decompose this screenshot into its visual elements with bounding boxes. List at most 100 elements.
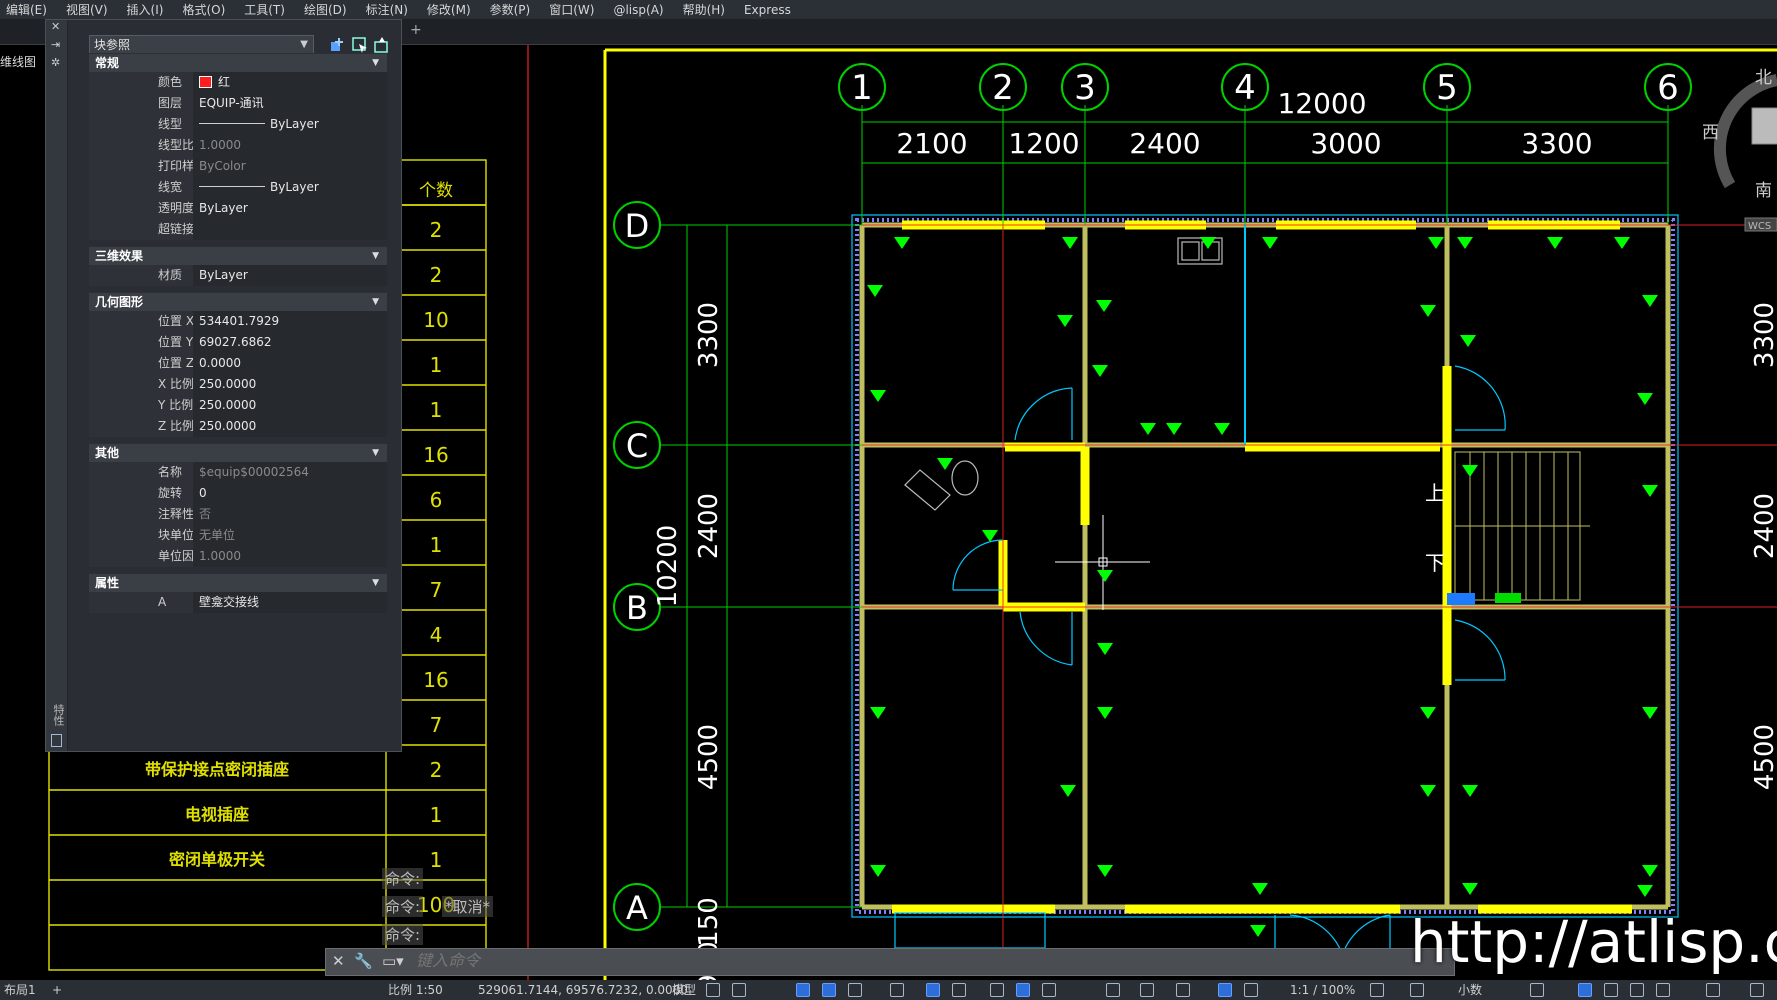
- ortho-icon[interactable]: [796, 983, 810, 997]
- section-attributes[interactable]: 属性 ▼: [89, 573, 387, 592]
- grid-icon[interactable]: [706, 983, 720, 997]
- prop-row-ltscale[interactable]: 线型比例 1.0000: [89, 135, 387, 156]
- prop-row-linetype[interactable]: 线型 ByLayer: [89, 114, 387, 135]
- prop-row-name[interactable]: 名称 $equip$00002564: [89, 462, 387, 483]
- prop-value-material[interactable]: ByLayer: [193, 265, 387, 286]
- prop-row-annotative[interactable]: 注释性否: [89, 504, 387, 525]
- customize-icon[interactable]: [1656, 983, 1670, 997]
- dyn-ucs-icon[interactable]: [1106, 983, 1120, 997]
- section-3d-effects[interactable]: 三维效果 ▼: [89, 246, 387, 265]
- palette-settings-icon[interactable]: ✲: [51, 56, 60, 69]
- prop-value-scale-x[interactable]: 250.0000: [193, 374, 387, 395]
- prop-row-layer[interactable]: 图层 EQUIP-通讯: [89, 93, 387, 114]
- 3d-osnap-icon[interactable]: [1042, 983, 1056, 997]
- annotation-scale[interactable]: 1:1 / 100%: [1290, 980, 1355, 1000]
- prop-row-scale-z[interactable]: Z 比例 250.0000: [89, 416, 387, 437]
- prop-row-plotstyle[interactable]: 打印样式 ByColor: [89, 156, 387, 177]
- workspace-gear-icon[interactable]: [1370, 983, 1384, 997]
- clean-screen-icon[interactable]: [1630, 983, 1644, 997]
- menu-parameters[interactable]: 参数(P): [484, 1, 544, 18]
- isolate-objects-icon[interactable]: [1578, 983, 1592, 997]
- menu-edit[interactable]: 编辑(E): [0, 1, 60, 18]
- select-objects-icon[interactable]: [351, 36, 369, 54]
- prop-value-linetype[interactable]: ByLayer: [193, 114, 387, 135]
- prop-value-layer[interactable]: EQUIP-通讯: [193, 93, 387, 114]
- auto-scale-icon[interactable]: [1244, 983, 1258, 997]
- menu-modify[interactable]: 修改(M): [421, 1, 484, 18]
- plot-icon[interactable]: [1706, 983, 1720, 997]
- prop-value-plotstyle[interactable]: ByColor: [193, 156, 387, 177]
- prop-value-scale-y[interactable]: 250.0000: [193, 395, 387, 416]
- annotation-visibility-icon[interactable]: [1218, 983, 1232, 997]
- annotation-monitor-icon[interactable]: [1410, 983, 1424, 997]
- command-input[interactable]: [416, 951, 1116, 973]
- prop-value-annotative[interactable]: 否: [193, 504, 387, 525]
- units-display[interactable]: 小数: [1458, 980, 1482, 1000]
- prop-row-unit-factor[interactable]: 单位因子 1.0000: [89, 546, 387, 567]
- prop-row-position-y[interactable]: 位置 Y 坐标 69027.6862: [89, 332, 387, 353]
- prop-value-position-z[interactable]: 0.0000: [193, 353, 387, 374]
- prop-value-lineweight[interactable]: ByLayer: [193, 177, 387, 198]
- prop-row-scale-x[interactable]: X 比例 250.0000: [89, 374, 387, 395]
- menu-tools[interactable]: 工具(T): [238, 1, 298, 18]
- notification-icon[interactable]: [1750, 983, 1764, 997]
- menu-window[interactable]: 窗口(W): [543, 1, 607, 18]
- view-cube-compass[interactable]: 北 西 南 WCS: [1702, 68, 1777, 232]
- cursor-coordinates[interactable]: 529061.7144, 69576.7232, 0.0000: [478, 980, 688, 1000]
- prop-value-attribute-a[interactable]: 壁龛交接线: [193, 592, 387, 613]
- prop-value-ltscale[interactable]: 1.0000: [193, 135, 387, 156]
- prop-row-material[interactable]: 材质 ByLayer: [89, 265, 387, 286]
- prop-row-hyperlink[interactable]: 超链接: [89, 219, 387, 240]
- prop-value-rotation[interactable]: 0: [193, 483, 387, 504]
- section-geometry[interactable]: 几何图形 ▼: [89, 292, 387, 311]
- prop-row-position-x[interactable]: 位置 X 坐标 534401.7929: [89, 311, 387, 332]
- add-layout-plus-icon[interactable]: +: [52, 980, 62, 1000]
- menu-dimension[interactable]: 标注(N): [360, 1, 421, 18]
- prop-value-position-y[interactable]: 69027.6862: [193, 332, 387, 353]
- toggle-pickadd-icon[interactable]: [329, 36, 347, 54]
- palette-properties-icon[interactable]: [51, 734, 62, 747]
- wcs-label[interactable]: WCS: [1748, 221, 1771, 232]
- prop-row-scale-y[interactable]: Y 比例 250.0000: [89, 395, 387, 416]
- new-tab-plus-icon[interactable]: +: [410, 22, 422, 38]
- prop-row-color[interactable]: 颜色 红: [89, 72, 387, 93]
- prop-row-rotation[interactable]: 旋转 0: [89, 483, 387, 504]
- selection-filter-icon[interactable]: [1140, 983, 1154, 997]
- lineweight-icon[interactable]: [952, 983, 966, 997]
- layout-tab[interactable]: 布局1: [4, 980, 36, 1000]
- viewport-scale[interactable]: 比例 1:50: [388, 980, 443, 1000]
- prop-value-position-x[interactable]: 534401.7929: [193, 311, 387, 332]
- snap-icon[interactable]: [732, 983, 746, 997]
- otrack-icon[interactable]: [890, 983, 904, 997]
- hardware-accel-icon[interactable]: [1604, 983, 1618, 997]
- quick-select-icon[interactable]: [373, 36, 391, 54]
- selection-cycling-icon[interactable]: [1016, 983, 1030, 997]
- gizmo-icon[interactable]: [1176, 983, 1190, 997]
- prop-value-color[interactable]: 红: [193, 72, 387, 93]
- prop-row-attribute-a[interactable]: A 壁龛交接线: [89, 592, 387, 613]
- prop-value-unit-factor[interactable]: 1.0000: [193, 546, 387, 567]
- prop-value-block-unit[interactable]: 无单位: [193, 525, 387, 546]
- transparency-icon[interactable]: [990, 983, 1004, 997]
- menu-atlisp[interactable]: @lisp(A): [607, 3, 676, 17]
- menu-format[interactable]: 格式(O): [176, 1, 238, 18]
- prop-row-transparency[interactable]: 透明度 ByLayer: [89, 198, 387, 219]
- prop-row-lineweight[interactable]: 线宽 ByLayer: [89, 177, 387, 198]
- section-general[interactable]: 常规 ▼: [89, 53, 387, 72]
- command-close-icon[interactable]: ✕: [332, 952, 345, 970]
- polar-icon[interactable]: [822, 983, 836, 997]
- prop-value-hyperlink[interactable]: [193, 219, 387, 240]
- isodraft-icon[interactable]: [848, 983, 862, 997]
- menu-draw[interactable]: 绘图(D): [298, 1, 360, 18]
- osnap-icon[interactable]: [926, 983, 940, 997]
- model-space-button[interactable]: 模型: [672, 980, 696, 1000]
- prop-row-block-unit[interactable]: 块单位 无单位: [89, 525, 387, 546]
- menu-express[interactable]: Express: [738, 3, 804, 17]
- prop-value-name[interactable]: $equip$00002564: [193, 462, 387, 483]
- prop-value-scale-z[interactable]: 250.0000: [193, 416, 387, 437]
- prop-row-position-z[interactable]: 位置 Z 坐标 0.0000: [89, 353, 387, 374]
- section-misc[interactable]: 其他 ▼: [89, 443, 387, 462]
- command-customize-icon[interactable]: 🔧: [354, 952, 373, 970]
- prop-value-transparency[interactable]: ByLayer: [193, 198, 387, 219]
- menu-insert[interactable]: 插入(I): [121, 1, 177, 18]
